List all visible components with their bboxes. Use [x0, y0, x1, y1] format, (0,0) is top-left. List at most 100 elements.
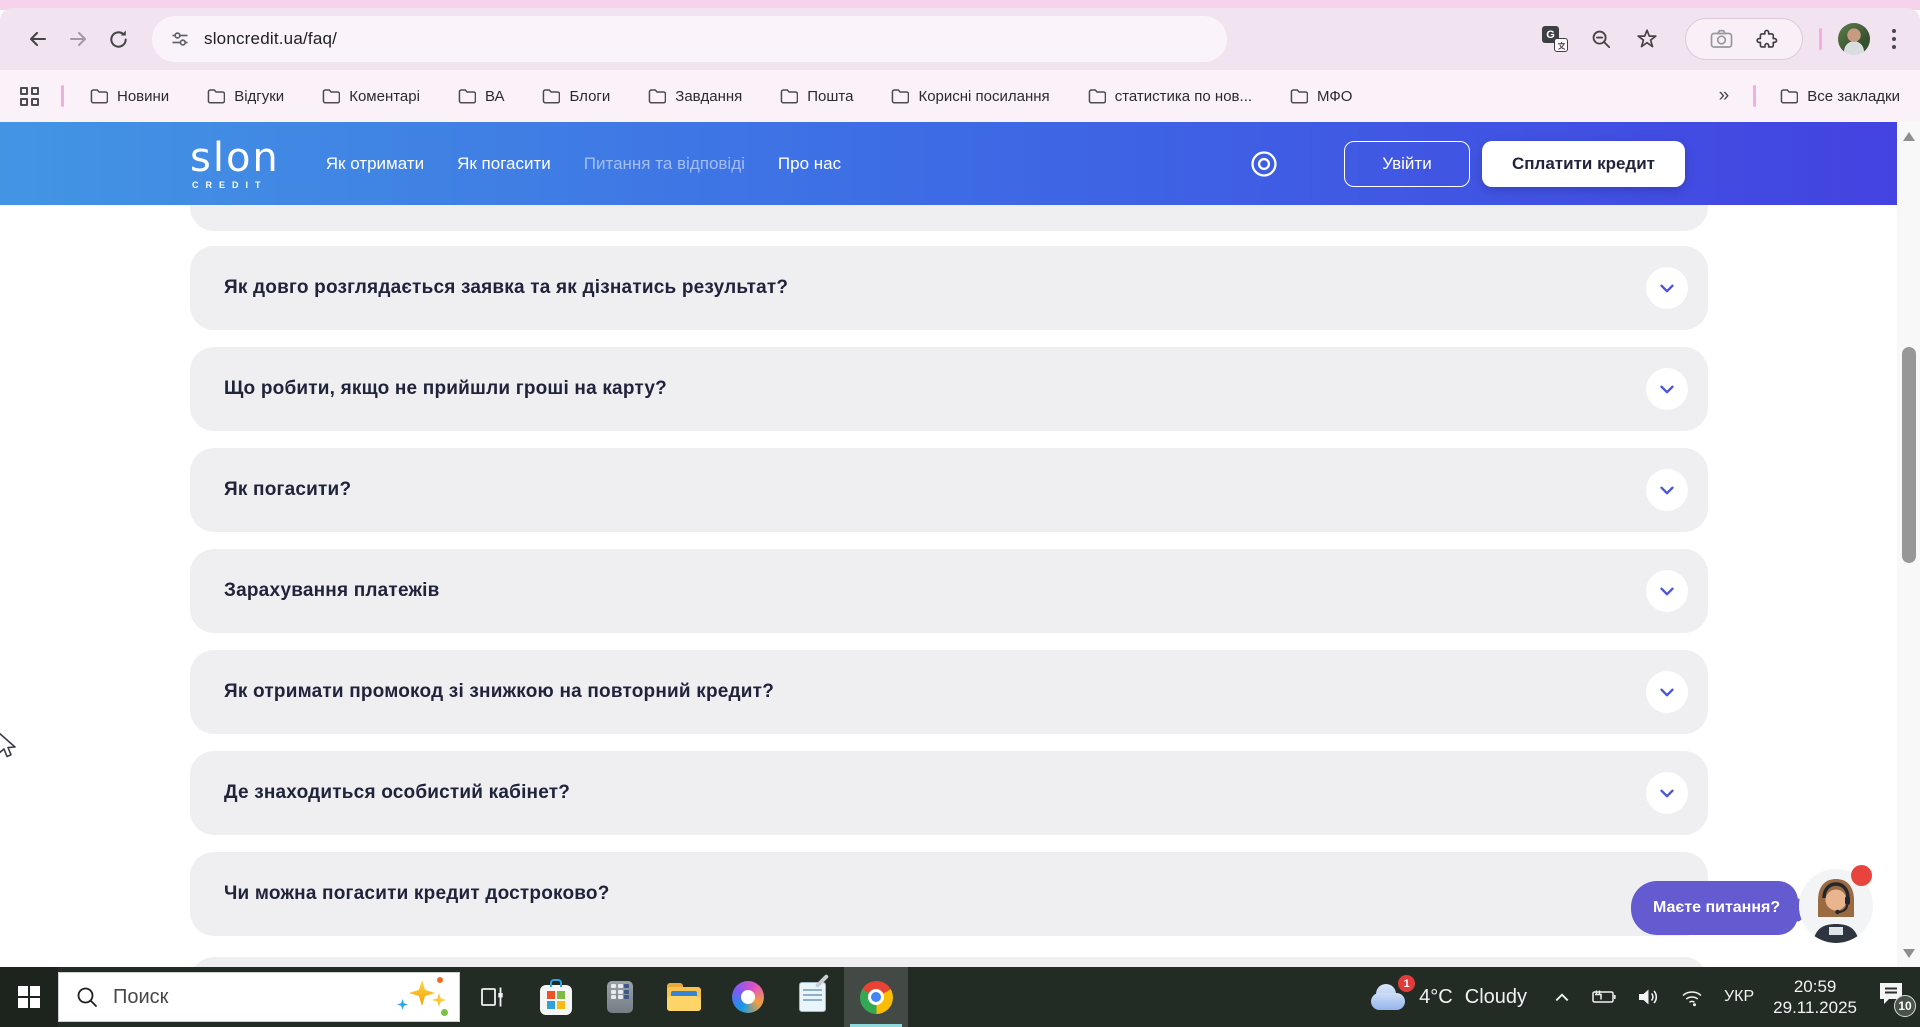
start-button[interactable] — [0, 967, 58, 1027]
faq-card[interactable]: Де знаходиться особистий кабінет? — [190, 751, 1708, 835]
bookmarks-separator — [61, 85, 64, 107]
faq-card[interactable]: Зарахування платежів — [190, 549, 1708, 633]
action-center-button[interactable]: 10 — [1876, 980, 1916, 1017]
folder-icon — [90, 89, 108, 104]
faq-card[interactable]: Як отримати промокод зі знижкою на повто… — [190, 650, 1708, 734]
apps-grid-icon[interactable] — [20, 86, 39, 106]
faq-card[interactable]: Чи можна погасити кредит достроково? — [190, 852, 1708, 936]
site-nav: Як отримати Як погасити Питання та відпо… — [326, 154, 841, 174]
nav-how-to-get[interactable]: Як отримати — [326, 154, 424, 174]
weather-condition: Cloudy — [1464, 985, 1528, 1008]
battery-icon[interactable] — [1589, 989, 1617, 1005]
chevron-down-icon[interactable] — [1646, 267, 1688, 309]
bookmark-folder[interactable]: ВА — [458, 88, 504, 105]
profile-avatar[interactable] — [1838, 23, 1870, 55]
page-content: Як довго розглядається заявка та як дізн… — [0, 205, 1897, 967]
bookmark-folder[interactable]: МФО — [1290, 88, 1352, 105]
nav-about[interactable]: Про нас — [778, 154, 841, 174]
folder-icon — [543, 89, 561, 104]
network-icon[interactable] — [1679, 986, 1705, 1008]
zoom-icon[interactable] — [1581, 19, 1621, 59]
bookmark-folder[interactable]: статистика по нов... — [1088, 88, 1252, 105]
chevron-down-icon[interactable] — [1646, 368, 1688, 410]
microsoft-store-icon — [540, 978, 572, 1015]
faq-card-partial-top[interactable] — [190, 205, 1708, 231]
file-explorer-icon — [667, 983, 701, 1011]
taskbar-search[interactable]: Поиск — [58, 972, 460, 1022]
taskbar: Поиск 1 4°C Cloudy УКР 20:59 29.11.2025 … — [0, 967, 1920, 1027]
back-button[interactable] — [18, 19, 58, 59]
volume-icon[interactable] — [1636, 986, 1660, 1008]
calculator-button[interactable] — [588, 967, 652, 1027]
chevron-down-icon[interactable] — [1646, 772, 1688, 814]
clock[interactable]: 20:59 29.11.2025 — [1773, 976, 1857, 1018]
site-logo[interactable]: slon CREDIT — [190, 138, 280, 190]
language-indicator[interactable]: УКР — [1724, 988, 1754, 1006]
calculator-icon — [607, 981, 633, 1013]
menu-icon[interactable] — [1876, 29, 1912, 49]
task-view-button[interactable] — [460, 967, 524, 1027]
chevron-down-icon[interactable] — [1646, 671, 1688, 713]
copilot-sparkles-icon — [397, 975, 449, 1019]
date: 29.11.2025 — [1773, 998, 1857, 1017]
translate-icon[interactable]: G — [1535, 19, 1575, 59]
pay-credit-button[interactable]: Сплатити кредит — [1482, 140, 1685, 187]
chevron-down-icon[interactable] — [1646, 570, 1688, 612]
weather-cloud-icon: 1 — [1369, 975, 1416, 1010]
mouse-cursor — [0, 731, 18, 768]
nav-how-to-repay[interactable]: Як погасити — [457, 154, 551, 174]
scrollbar-thumb[interactable] — [1902, 347, 1916, 563]
url-text[interactable]: sloncredit.ua/faq/ — [204, 29, 337, 49]
folder-icon — [1088, 89, 1106, 104]
faq-card[interactable]: Як погасити? — [190, 448, 1708, 532]
all-bookmarks-button[interactable]: Все закладки — [1780, 88, 1900, 105]
screen: { "browser": { "url": "sloncredit.ua/faq… — [0, 0, 1920, 1027]
extensions-pill — [1685, 18, 1803, 60]
toolbar-separator — [1819, 28, 1822, 50]
taskbar-apps — [460, 967, 908, 1027]
search-placeholder: Поиск — [113, 985, 169, 1008]
url-bar[interactable]: sloncredit.ua/faq/ — [152, 16, 1227, 62]
bookmarks-overflow-icon[interactable]: » — [1719, 85, 1730, 107]
chevron-down-icon[interactable] — [1646, 469, 1688, 511]
nav-faq[interactable]: Питання та відповіді — [584, 154, 745, 174]
weather-temperature: 4°C — [1419, 985, 1453, 1008]
notification-count-badge: 10 — [1894, 995, 1916, 1017]
bookmark-folder[interactable]: Новини — [90, 88, 169, 105]
bookmark-folder[interactable]: Корисні посилання — [891, 88, 1050, 105]
screenshot-camera-icon[interactable] — [1709, 28, 1734, 50]
site-info-icon[interactable] — [170, 29, 190, 49]
faq-card-partial-bottom[interactable] — [190, 957, 1708, 967]
bookmark-folder[interactable]: Пошта — [780, 88, 853, 105]
bookmark-folder[interactable]: Коментарі — [322, 88, 420, 105]
chat-notification-dot — [1851, 865, 1872, 886]
copilot-button[interactable] — [716, 967, 780, 1027]
folder-icon — [1290, 89, 1309, 104]
file-explorer-button[interactable] — [652, 967, 716, 1027]
tray-expand-icon[interactable] — [1554, 991, 1570, 1003]
bookmark-folder[interactable]: Завдання — [648, 88, 742, 105]
faq-card[interactable]: Як довго розглядається заявка та як дізн… — [190, 246, 1708, 330]
faq-card[interactable]: Що робити, якщо не прийшли гроші на карт… — [190, 347, 1708, 431]
folder-icon — [207, 89, 226, 104]
chat-bubble[interactable]: Маєте питання? — [1631, 881, 1799, 935]
bookmark-star-icon[interactable] — [1627, 19, 1667, 59]
chrome-button[interactable] — [844, 967, 908, 1027]
accessibility-eye-icon[interactable] — [1248, 148, 1280, 180]
folder-icon — [1780, 89, 1799, 104]
forward-button[interactable] — [58, 19, 98, 59]
microsoft-store-button[interactable] — [524, 967, 588, 1027]
bookmark-folder[interactable]: Блоги — [542, 88, 610, 105]
page-scrollbar[interactable] — [1897, 122, 1920, 967]
scroll-up-icon[interactable] — [1897, 128, 1920, 144]
reload-button[interactable] — [98, 19, 138, 59]
scroll-down-icon[interactable] — [1897, 945, 1920, 961]
time: 20:59 — [1793, 977, 1837, 996]
notepad-button[interactable] — [780, 967, 844, 1027]
header-actions: Увійти Сплатити кредит — [1248, 140, 1685, 187]
login-button[interactable]: Увійти — [1344, 140, 1470, 187]
weather-widget[interactable]: 1 4°C Cloudy — [1369, 975, 1528, 1010]
notepad-icon — [798, 973, 829, 1012]
bookmark-folder[interactable]: Відгуки — [207, 88, 284, 105]
extensions-puzzle-icon[interactable] — [1756, 28, 1779, 51]
